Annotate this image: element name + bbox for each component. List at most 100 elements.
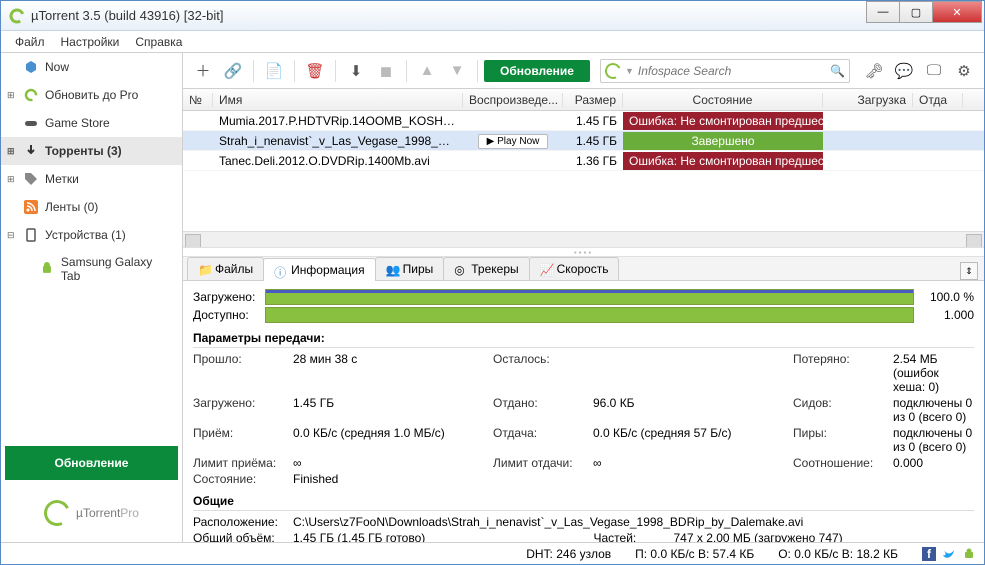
search-icon[interactable]: 🔍 xyxy=(830,64,845,78)
sidebar-feeds[interactable]: Ленты (0) xyxy=(1,193,182,221)
column-upload[interactable]: Отда xyxy=(913,93,963,107)
hexagon-icon xyxy=(23,59,39,75)
transfer-section-title: Параметры передачи: xyxy=(193,331,974,348)
facebook-icon[interactable]: f xyxy=(922,547,936,561)
status-badge: Ошибка: Не смонтирован предшест xyxy=(623,112,823,130)
sidebar-update-button[interactable]: Обновление xyxy=(5,446,178,480)
sidebar-torrents[interactable]: ⊞ Торренты (3) xyxy=(1,137,182,165)
splitter[interactable]: ▪▪▪▪ xyxy=(183,247,984,257)
expand-detail-button[interactable]: ⇕ xyxy=(960,262,978,280)
utorrent-icon xyxy=(23,87,39,103)
close-button[interactable]: ✕ xyxy=(932,1,982,23)
sidebar-device-item[interactable]: Samsung Galaxy Tab xyxy=(1,249,182,289)
sidebar-item-label: Game Store xyxy=(45,116,110,130)
tab-trackers[interactable]: ◎Трекеры xyxy=(443,257,529,280)
sidebar-now[interactable]: Now xyxy=(1,53,182,81)
collapse-icon[interactable]: ⊟ xyxy=(7,230,15,241)
tab-files[interactable]: 📁Файлы xyxy=(187,257,264,280)
maximize-button[interactable]: ▢ xyxy=(899,1,933,23)
delete-button[interactable]: 🗑 xyxy=(301,57,329,85)
window-title: µTorrent 3.5 (build 43916) [32-bit] xyxy=(31,8,867,23)
column-size[interactable]: Размер xyxy=(563,93,623,107)
dht-status: DHT: 246 узлов xyxy=(526,547,611,561)
play-now-button[interactable]: ▶ Play Now xyxy=(478,134,549,149)
download-status: П: 0.0 КБ/с В: 57.4 КБ xyxy=(635,547,754,561)
menu-file[interactable]: Файл xyxy=(7,33,53,51)
android-icon[interactable] xyxy=(962,547,976,561)
dropdown-icon[interactable]: ▼ xyxy=(625,66,634,76)
column-download[interactable]: Загрузка xyxy=(823,93,913,107)
utorrent-pro-logo: µTorrentPro xyxy=(1,484,182,542)
download-icon xyxy=(23,143,39,159)
search-input[interactable] xyxy=(638,64,830,78)
available-progress-bar xyxy=(265,307,914,323)
settings-button[interactable]: ⚙ xyxy=(950,57,978,85)
column-play[interactable]: Воспроизведе... xyxy=(463,93,563,107)
add-url-button[interactable]: 🔗 xyxy=(219,57,247,85)
tab-peers[interactable]: 👥Пиры xyxy=(375,257,445,280)
sidebar-devices[interactable]: ⊟ Устройства (1) xyxy=(1,221,182,249)
table-row[interactable]: Tanec.Deli.2012.O.DVDRip.1400Mb.avi 1.36 … xyxy=(183,151,984,171)
table-row[interactable]: Strah_i_nenavist`_v_Las_Vegase_1998_BDRi… xyxy=(183,131,984,151)
title-bar: µTorrent 3.5 (build 43916) [32-bit] — ▢ … xyxy=(1,1,984,31)
create-torrent-button[interactable]: 📄 xyxy=(260,57,288,85)
speed-icon: 📈 xyxy=(540,263,553,276)
menu-settings[interactable]: Настройки xyxy=(53,33,128,51)
expand-icon[interactable]: ⊞ xyxy=(7,174,15,185)
sidebar-upgrade[interactable]: ⊞ Обновить до Pro xyxy=(1,81,182,109)
table-header: № Имя Воспроизведе... Размер Состояние З… xyxy=(183,89,984,111)
column-name[interactable]: Имя xyxy=(213,93,463,107)
detail-panel: Загружено: 100.0 % Доступно: 1.000 Парам… xyxy=(183,281,984,542)
sidebar: Now ⊞ Обновить до Pro Game Store ⊞ Торре… xyxy=(1,53,183,542)
column-status[interactable]: Состояние xyxy=(623,93,823,107)
transfer-params: Прошло:28 мин 38 с Осталось: Потеряно:2.… xyxy=(193,352,974,486)
move-up-button[interactable]: ▲ xyxy=(413,57,441,85)
sidebar-item-label: Метки xyxy=(45,172,79,186)
minimize-button[interactable]: — xyxy=(866,1,900,23)
chat-button[interactable]: 💬 xyxy=(890,57,918,85)
torrent-size: 1.36 ГБ xyxy=(563,154,623,168)
torrent-size: 1.45 ГБ xyxy=(563,114,623,128)
sidebar-gamestore[interactable]: Game Store xyxy=(1,109,182,137)
menubar: Файл Настройки Справка xyxy=(1,31,984,53)
sidebar-item-label: Устройства (1) xyxy=(45,228,126,242)
gamepad-icon xyxy=(23,115,39,131)
tag-icon xyxy=(23,171,39,187)
tab-info[interactable]: ⓘИнформация xyxy=(263,258,375,281)
tab-speed[interactable]: 📈Скорость xyxy=(529,257,620,280)
sidebar-item-label: Обновить до Pro xyxy=(45,88,138,102)
target-icon: ◎ xyxy=(454,263,467,276)
twitter-icon[interactable] xyxy=(942,547,956,561)
sidebar-item-label: Samsung Galaxy Tab xyxy=(61,255,174,283)
info-icon: ⓘ xyxy=(274,264,287,277)
torrent-list: № Имя Воспроизведе... Размер Состояние З… xyxy=(183,89,984,247)
unlock-button[interactable]: 🗝 xyxy=(860,57,888,85)
add-torrent-button[interactable]: ＋ xyxy=(189,57,217,85)
sidebar-item-label: Ленты (0) xyxy=(45,200,98,214)
device-icon xyxy=(23,227,39,243)
general-params: Расположение:C:\Users\z7FooN\Downloads\S… xyxy=(193,515,974,542)
rss-icon xyxy=(23,199,39,215)
menu-help[interactable]: Справка xyxy=(127,33,190,51)
toolbar-update-button[interactable]: Обновление xyxy=(484,60,590,82)
sidebar-labels[interactable]: ⊞ Метки xyxy=(1,165,182,193)
column-number[interactable]: № xyxy=(183,93,213,107)
move-down-button[interactable]: ▼ xyxy=(443,57,471,85)
utorrent-icon xyxy=(603,60,624,81)
torrent-size: 1.45 ГБ xyxy=(563,134,623,148)
stop-button[interactable]: ◼ xyxy=(372,57,400,85)
search-box[interactable]: ▼ 🔍 xyxy=(600,59,850,83)
downloaded-value: 100.0 % xyxy=(914,290,974,304)
torrent-name: Tanec.Deli.2012.O.DVDRip.1400Mb.avi xyxy=(213,154,463,168)
available-label: Доступно: xyxy=(193,308,265,322)
horizontal-scrollbar[interactable] xyxy=(183,231,984,247)
expand-icon[interactable]: ⊞ xyxy=(7,146,15,157)
table-row[interactable]: Mumia.2017.P.HDTVRip.14OOMB_KOSHAR...1.4… xyxy=(183,111,984,131)
remote-button[interactable]: 🖵 xyxy=(920,57,948,85)
torrent-name: Strah_i_nenavist`_v_Las_Vegase_1998_BDRi… xyxy=(213,134,463,148)
utorrent-logo-icon xyxy=(40,496,73,529)
app-icon xyxy=(9,8,25,24)
upload-status: О: 0.0 КБ/с В: 18.2 КБ xyxy=(778,547,898,561)
expand-icon[interactable]: ⊞ xyxy=(7,90,15,101)
start-button[interactable]: ⬇ xyxy=(342,57,370,85)
